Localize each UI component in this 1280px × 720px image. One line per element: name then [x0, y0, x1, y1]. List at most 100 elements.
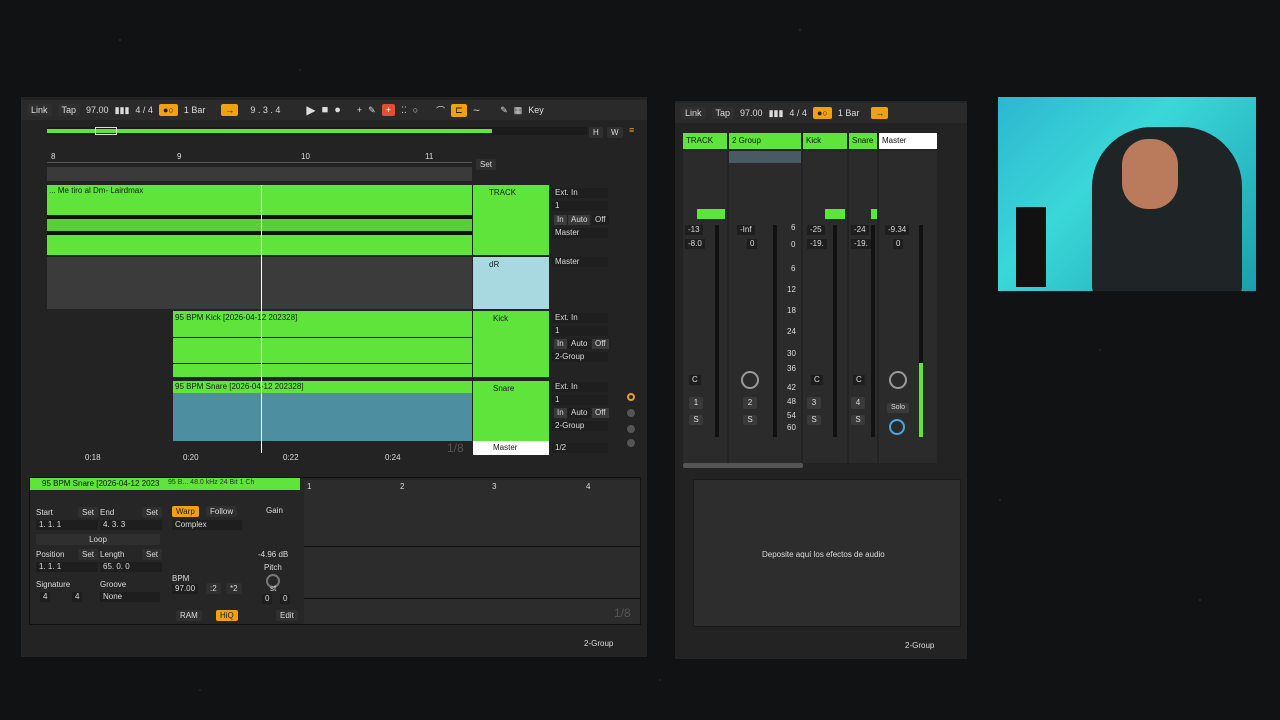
track-header-dr[interactable]: dR [473, 257, 549, 309]
draw-mode-icon[interactable]: ✎ [500, 105, 508, 116]
device-drop-area[interactable]: Deposite aquí los efectos de audio [693, 479, 961, 627]
monitor-off[interactable]: Off [592, 215, 609, 225]
input-channel[interactable]: 1 [552, 326, 608, 336]
end-set-button[interactable]: Set [142, 507, 163, 518]
automation-icon[interactable]: ✎ [368, 105, 376, 116]
metronome-icon[interactable]: ▮▮▮ [769, 108, 784, 119]
solo-button-group[interactable]: S [743, 415, 757, 425]
hiq-button[interactable]: HiQ [216, 610, 238, 621]
key-map-icon[interactable]: ▦ [514, 105, 523, 116]
session-record-icon[interactable]: + [381, 104, 395, 116]
metronome-toggle-icon[interactable]: ●○ [158, 104, 178, 116]
input-channel[interactable]: 1 [552, 395, 608, 405]
time-signature[interactable]: 4 / 4 [135, 105, 153, 115]
track-header-track[interactable]: TRACK [473, 185, 549, 255]
tap-button[interactable]: Tap [711, 107, 735, 119]
w-button[interactable]: W [607, 127, 623, 138]
group-lane[interactable] [47, 257, 472, 309]
set-locator-button[interactable]: Set [476, 159, 497, 170]
monitor-off[interactable]: Off [592, 339, 609, 349]
record-arm-icon[interactable] [627, 393, 635, 401]
output-routing[interactable]: 2-Group [552, 352, 608, 362]
start-set-button[interactable]: Set [78, 507, 99, 518]
volume-snare[interactable]: -24 [851, 225, 869, 235]
track-header-master[interactable]: Master [473, 441, 549, 455]
pan-knob-icon[interactable] [889, 371, 907, 389]
start-field[interactable]: 1. 1. 1 [36, 520, 98, 530]
input-channel[interactable]: 1 [552, 201, 608, 211]
tab-snare[interactable]: Snare [849, 133, 877, 149]
kick-clip[interactable]: 95 BPM Kick [2026-04-12 202328] [173, 311, 472, 377]
menu-icon[interactable]: ≡ [629, 125, 634, 135]
tempo-field[interactable]: 97.00 [86, 105, 109, 115]
loop-button[interactable]: Loop [36, 534, 160, 545]
volume-master[interactable]: -9.34 [885, 225, 910, 235]
play-icon[interactable]: ▶ [306, 103, 315, 117]
sample-editor[interactable]: 1 2 3 4 1/8 [304, 480, 640, 624]
tab-2-group[interactable]: 2 Group [729, 133, 801, 149]
monitor-in[interactable]: In [554, 339, 567, 349]
groove-select[interactable]: None [100, 592, 160, 602]
pan-track[interactable]: C [689, 375, 701, 385]
bpm-field[interactable]: 97.00 [172, 584, 199, 594]
overview-viewport[interactable] [95, 127, 117, 135]
solo-button-track[interactable]: S [689, 415, 703, 425]
volume-track[interactable]: -13 [685, 225, 703, 235]
beat-ruler[interactable]: 8 9 10 11 [47, 151, 472, 163]
pitch-fine[interactable]: 0 [280, 594, 291, 604]
round-button-icon[interactable] [627, 425, 635, 433]
link-button[interactable]: Link [27, 104, 52, 116]
monitor-auto[interactable]: Auto [568, 215, 591, 225]
cue-volume-knob-icon[interactable] [889, 419, 905, 435]
tap-button[interactable]: Tap [57, 104, 81, 116]
input-type[interactable]: Ext. In [552, 188, 608, 198]
stop-icon[interactable]: ■ [322, 104, 329, 116]
monitor-in[interactable]: In [554, 408, 567, 418]
signature-denominator[interactable]: 4 [72, 592, 83, 602]
monitor-off[interactable]: Off [592, 408, 609, 418]
quantize-menu[interactable]: 1 Bar [184, 105, 206, 115]
monitor-auto[interactable]: Auto [568, 339, 591, 349]
record-icon[interactable]: ● [334, 104, 341, 116]
round-button-icon[interactable] [627, 439, 635, 447]
track-activator-1[interactable]: 1 [689, 397, 703, 409]
song-position[interactable]: 9 . 3 . 4 [250, 105, 300, 115]
track-header-snare[interactable]: Snare [473, 381, 549, 441]
tempo-field[interactable]: 97.00 [740, 108, 763, 118]
solo-button-snare[interactable]: S [851, 415, 865, 425]
ram-button[interactable]: RAM [176, 610, 202, 621]
monitor-in[interactable]: In [554, 215, 567, 225]
solo-cue-button[interactable]: Solo [887, 403, 909, 413]
solo-button-kick[interactable]: S [807, 415, 821, 425]
overview-bar[interactable] [47, 127, 587, 135]
double-tempo-button[interactable]: *2 [226, 583, 242, 594]
pitch-coarse[interactable]: 0 [262, 594, 273, 604]
ramp-icon[interactable]: ∼ [473, 105, 481, 116]
volume-group[interactable]: -Inf [737, 225, 755, 235]
output-routing[interactable]: Master [552, 228, 608, 238]
output-routing[interactable]: Master [552, 257, 608, 267]
key-map-button[interactable]: Key [528, 105, 544, 115]
track-clip[interactable]: ... Me tiro al Dm- Lairdmax [47, 185, 472, 255]
time-signature[interactable]: 4 / 4 [789, 108, 807, 118]
track-activator-2[interactable]: 2 [743, 397, 757, 409]
monitor-auto[interactable]: Auto [568, 408, 591, 418]
length-set-button[interactable]: Set [142, 549, 163, 560]
mixer-scrollbar[interactable] [683, 463, 803, 468]
punch-icon[interactable]: ⊏ [451, 103, 467, 117]
warp-button[interactable]: Warp [172, 506, 199, 517]
round-button-icon[interactable] [627, 409, 635, 417]
tab-track[interactable]: TRACK [683, 133, 727, 149]
output-routing[interactable]: 2-Group [552, 421, 608, 431]
input-type[interactable]: Ext. In [552, 382, 608, 392]
snare-clip[interactable]: 95 BPM Snare [2026-04-12 202328] [173, 381, 472, 441]
metronome-icon[interactable]: ▮▮▮ [115, 105, 130, 116]
track-activator-4[interactable]: 4 [851, 397, 865, 409]
pan-snare[interactable]: C [853, 375, 865, 385]
follow-icon[interactable]: → [221, 104, 239, 116]
warp-mode-select[interactable]: Complex [172, 520, 242, 530]
edit-button[interactable]: Edit [276, 610, 298, 621]
track-header-kick[interactable]: Kick [473, 311, 549, 377]
link-button[interactable]: Link [681, 107, 706, 119]
end-field[interactable]: 4. 3. 3 [100, 520, 162, 530]
